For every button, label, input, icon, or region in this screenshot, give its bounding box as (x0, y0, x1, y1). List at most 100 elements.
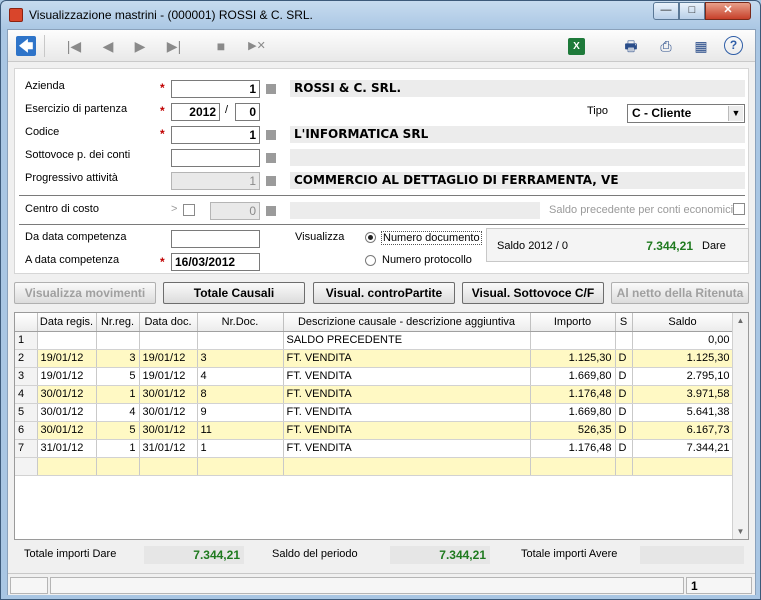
da-data-field[interactable] (171, 230, 260, 248)
last-record-icon[interactable]: ▶| (164, 36, 184, 56)
cell-s[interactable]: D (615, 439, 633, 458)
cell-saldo[interactable]: 3.971,58 (632, 385, 734, 404)
cell-descr[interactable]: FT. VENDITA (283, 367, 531, 386)
cell-descr[interactable]: FT. VENDITA (283, 349, 531, 368)
cell-importo[interactable]: 1.669,80 (530, 403, 616, 422)
cell-descr[interactable] (283, 457, 531, 476)
centro-checkbox[interactable] (183, 204, 195, 216)
close-button[interactable]: ✕ (705, 2, 751, 20)
column-header[interactable]: Importo (530, 313, 616, 332)
visualizza-movimenti-button[interactable]: Visualizza movimenti (14, 282, 156, 304)
cell-nr-reg[interactable]: 5 (96, 421, 140, 440)
cell-saldo[interactable]: 2.795,10 (632, 367, 734, 386)
minimize-button[interactable]: — (653, 2, 679, 20)
cell-nr-doc[interactable]: 4 (197, 367, 284, 386)
cell-data-reg[interactable] (37, 331, 97, 350)
esercizio-sub-field[interactable]: 0 (235, 103, 260, 121)
cell-nr-doc[interactable] (197, 457, 284, 476)
cell-saldo[interactable] (632, 457, 734, 476)
help-icon[interactable]: ? (724, 36, 743, 55)
column-header[interactable]: S (615, 313, 633, 332)
cell-data-reg[interactable]: 30/01/12 (37, 403, 97, 422)
table-row[interactable]: 4 30/01/12 1 30/01/12 8 FT. VENDITA 1.176,48 D 3… (15, 385, 734, 404)
cell-nr-reg[interactable]: 5 (96, 367, 140, 386)
lookup-icon[interactable] (266, 130, 276, 140)
cell-saldo[interactable]: 1.125,30 (632, 349, 734, 368)
sottovoce-cf-button[interactable]: Visual. Sottovoce C/F (462, 282, 604, 304)
cell-importo[interactable] (530, 457, 616, 476)
cell-saldo[interactable]: 7.344,21 (632, 439, 734, 458)
cell-s[interactable]: D (615, 349, 633, 368)
cell-s[interactable]: D (615, 367, 633, 386)
cell-nr-reg[interactable] (96, 331, 140, 350)
cell-descr[interactable]: FT. VENDITA (283, 385, 531, 404)
skip-icon[interactable]: ▶✕ (245, 36, 269, 56)
cell-descr[interactable]: FT. VENDITA (283, 421, 531, 440)
table-row[interactable]: 3 19/01/12 5 19/01/12 4 FT. VENDITA 1.669,80 D 2… (15, 367, 734, 386)
chevron-down-icon[interactable]: ▼ (728, 106, 743, 121)
cell-nr-reg[interactable]: 1 (96, 385, 140, 404)
movements-grid[interactable]: Data regis. Nr.reg. Data doc. Nr.Doc. Descri… (14, 312, 749, 540)
scroll-up-icon[interactable]: ▲ (735, 316, 746, 325)
scroll-down-icon[interactable]: ▼ (735, 527, 746, 536)
print-icon[interactable]: 🖶 (621, 36, 641, 56)
calculator-icon[interactable]: ▦ (691, 36, 711, 56)
column-header[interactable]: Descrizione causale - descrizione aggiun… (283, 313, 531, 332)
cell-nr-doc[interactable]: 3 (197, 349, 284, 368)
cell-data-doc[interactable]: 19/01/12 (139, 367, 198, 386)
table-row[interactable]: 5 30/01/12 4 30/01/12 9 FT. VENDITA 1.669,80 D 5… (15, 403, 734, 422)
cell-s[interactable] (615, 331, 633, 350)
contropartite-button[interactable]: Visual. controPartite (313, 282, 455, 304)
excel-icon[interactable]: X (568, 38, 585, 55)
cell-importo[interactable] (530, 331, 616, 350)
cell-nr-reg[interactable]: 4 (96, 403, 140, 422)
column-header[interactable]: Data doc. (139, 313, 198, 332)
tipo-select[interactable]: C - Cliente ▼ (627, 104, 745, 123)
radio-numero-protocollo[interactable] (365, 255, 376, 266)
cell-saldo[interactable]: 5.641,38 (632, 403, 734, 422)
cut-icon[interactable]: ■ (211, 36, 231, 56)
lookup-icon[interactable] (266, 84, 276, 94)
table-row[interactable]: 7 31/01/12 1 31/01/12 1 FT. VENDITA 1.176,48 D 7… (15, 439, 734, 458)
cell-descr[interactable]: SALDO PRECEDENTE (283, 331, 531, 350)
lookup-icon[interactable] (266, 153, 276, 163)
radio-numero-documento-label[interactable]: Numero documento (381, 231, 482, 245)
esercizio-year-field[interactable]: 2012 (171, 103, 220, 121)
column-header[interactable]: Nr.reg. (96, 313, 140, 332)
export-icon[interactable]: ⎙ (656, 36, 676, 56)
a-data-field[interactable]: 16/03/2012 (171, 253, 260, 271)
cell-data-reg[interactable]: 30/01/12 (37, 421, 97, 440)
cell-data-reg[interactable]: 31/01/12 (37, 439, 97, 458)
column-header[interactable]: Data regis. (37, 313, 97, 332)
cell-nr-reg[interactable]: 3 (96, 349, 140, 368)
table-row[interactable]: 6 30/01/12 5 30/01/12 11 FT. VENDITA 526,35 D 6.… (15, 421, 734, 440)
first-record-icon[interactable]: |◀ (64, 36, 84, 56)
cell-descr[interactable]: FT. VENDITA (283, 403, 531, 422)
cell-s[interactable]: D (615, 385, 633, 404)
column-header[interactable] (15, 313, 38, 332)
cell-data-reg[interactable]: 19/01/12 (37, 367, 97, 386)
cell-data-doc[interactable]: 30/01/12 (139, 421, 198, 440)
cell-importo[interactable]: 1.176,48 (530, 439, 616, 458)
table-row[interactable] (15, 457, 734, 476)
cell-data-doc[interactable]: 31/01/12 (139, 439, 198, 458)
cell-saldo[interactable]: 6.167,73 (632, 421, 734, 440)
saldo-precedente-checkbox[interactable] (733, 203, 745, 215)
lookup-icon[interactable] (266, 206, 276, 216)
vertical-scrollbar[interactable]: ▲ ▼ (732, 313, 748, 539)
cell-importo[interactable]: 1.125,30 (530, 349, 616, 368)
table-row[interactable]: 1 SALDO PRECEDENTE 0,00 (15, 331, 734, 350)
cell-data-doc[interactable] (139, 331, 198, 350)
prev-record-icon[interactable]: ◀ (98, 36, 118, 56)
totale-causali-button[interactable]: Totale Causali (163, 282, 305, 304)
cell-nr-doc[interactable] (197, 331, 284, 350)
cell-descr[interactable]: FT. VENDITA (283, 439, 531, 458)
azienda-field[interactable]: 1 (171, 80, 260, 98)
cell-data-doc[interactable]: 30/01/12 (139, 403, 198, 422)
cell-nr-doc[interactable]: 1 (197, 439, 284, 458)
cell-data-reg[interactable]: 30/01/12 (37, 385, 97, 404)
cell-nr-doc[interactable]: 9 (197, 403, 284, 422)
column-header[interactable]: Saldo (632, 313, 734, 332)
back-arrow-icon[interactable]: 🡄 (16, 36, 36, 56)
cell-data-doc[interactable] (139, 457, 198, 476)
